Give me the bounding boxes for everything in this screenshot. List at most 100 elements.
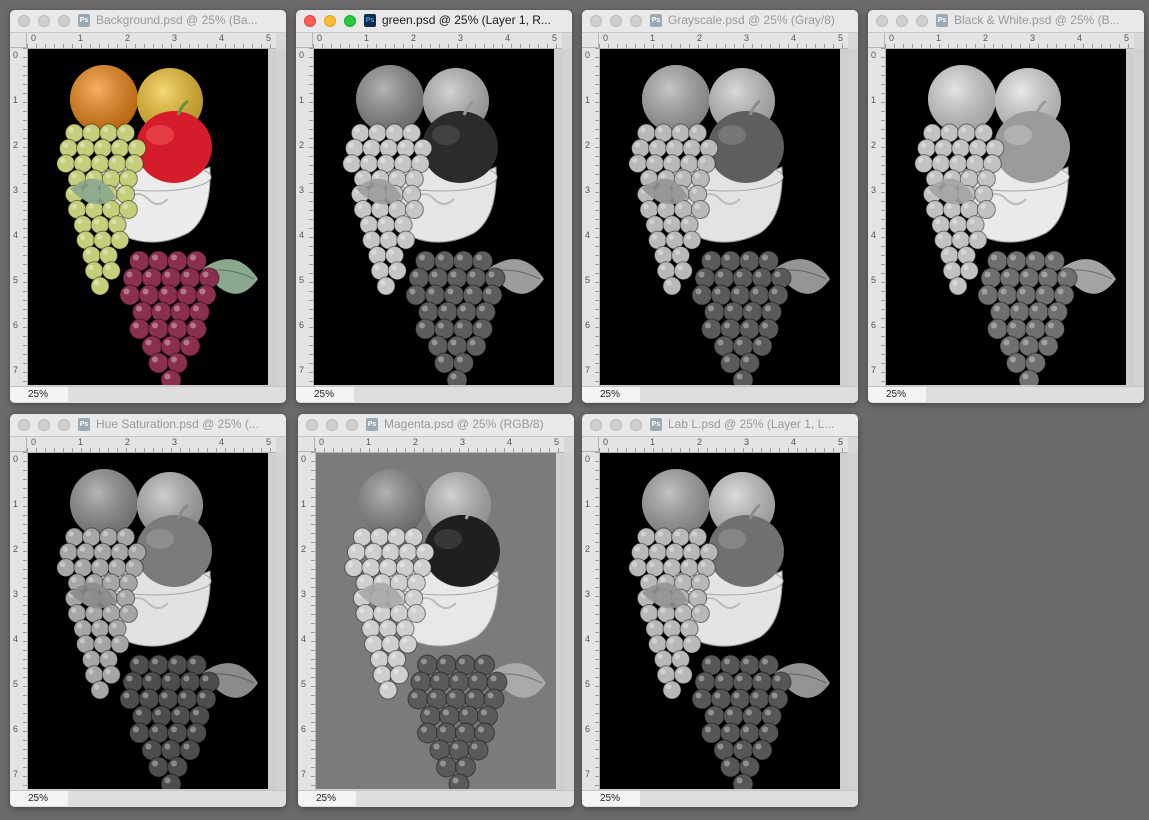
vertical-scrollbar[interactable] [276,49,286,387]
canvas-area[interactable] [316,453,564,791]
document-window-black-white[interactable]: Ps Black & White.psd @ 25% (B... 012345 … [868,10,1144,403]
horizontal-ruler[interactable]: 0 1 2 3 4 5 [27,437,276,453]
window-titlebar[interactable]: Ps Hue Saturation.psd @ 25% (... [10,414,286,437]
ruler-origin[interactable] [296,33,313,48]
window-titlebar[interactable]: Ps Magenta.psd @ 25% (RGB/8) [298,414,574,437]
close-button[interactable] [304,15,316,27]
zoom-level[interactable]: 25% [10,791,68,806]
ruler-tick-label: 0 [31,33,37,43]
vertical-ruler[interactable]: 0 1 2 3 4 5 6 7 [10,48,28,387]
canvas-area[interactable] [314,49,562,387]
canvas-area[interactable] [28,49,276,387]
document-window-grayscale[interactable]: Ps Grayscale.psd @ 25% (Gray/8) 0 1 2 3 4 5 0… [582,10,858,403]
vertical-scrollbar[interactable] [848,49,858,387]
vertical-ruler[interactable]: 0 1 2 3 4 5 6 7 [296,48,314,387]
window-titlebar[interactable]: Ps Lab L.psd @ 25% (Layer 1, L... [582,414,858,437]
zoom-button[interactable] [58,15,70,27]
image-canvas[interactable] [28,453,268,789]
zoom-button[interactable] [630,419,642,431]
zoom-button[interactable] [344,15,356,27]
vertical-scrollbar[interactable] [562,49,572,387]
minimize-button[interactable] [610,419,622,431]
minimize-button[interactable] [326,419,338,431]
image-canvas[interactable] [600,49,840,385]
window-titlebar[interactable]: Ps green.psd @ 25% (Layer 1, R... [296,10,572,33]
close-button[interactable] [876,15,888,27]
grape-shape [160,773,182,789]
canvas-area[interactable] [886,49,1134,387]
ruler-tick-label: 0 [871,50,877,60]
ruler-tick-label: 1 [13,499,19,509]
window-titlebar[interactable]: Ps Black & White.psd @ 25% (B... [868,10,1144,33]
window-titlebar[interactable]: Ps Grayscale.psd @ 25% (Gray/8) [582,10,858,33]
ruler-origin[interactable] [868,33,885,48]
minimize-button[interactable] [38,419,50,431]
vertical-ruler[interactable]: 0 1 2 3 4 5 6 7 [868,48,886,387]
document-window-background[interactable]: Ps Background.psd @ 25% (Ba... 0 1 2 3 4 5 0 1… [10,10,286,403]
vertical-ruler[interactable]: 0 1 2 3 4 5 6 7 [10,452,28,791]
ruler-origin[interactable] [10,33,27,48]
zoom-level[interactable]: 25% [298,791,356,806]
zoom-level[interactable]: 25% [582,387,640,402]
grape-shape [110,634,130,654]
document-window-hue-saturation[interactable]: Ps Hue Saturation.psd @ 25% (... 012345 … [10,414,286,807]
ruler-tick-label: 4 [871,230,877,240]
ruler-origin[interactable] [10,437,27,452]
vertical-ruler[interactable]: 0 1 2 3 4 5 6 7 [298,452,316,791]
zoom-level[interactable]: 25% [296,387,354,402]
zoom-button[interactable] [58,419,70,431]
canvas-area[interactable] [600,453,848,791]
ruler-origin[interactable] [582,437,599,452]
grape-shape [148,756,169,778]
vertical-scrollbar[interactable] [564,453,574,791]
canvas-area[interactable] [600,49,848,387]
image-canvas[interactable] [886,49,1126,385]
close-button[interactable] [18,15,30,27]
close-button[interactable] [18,419,30,431]
minimize-button[interactable] [38,15,50,27]
zoom-button[interactable] [916,15,928,27]
minimize-button[interactable] [324,15,336,27]
ruler-tick-label: 4 [505,33,511,43]
vertical-scrollbar[interactable] [1134,49,1144,387]
vertical-ruler[interactable]: 0 1 2 3 4 5 6 7 [582,452,600,791]
zoom-level[interactable]: 25% [582,791,640,806]
horizontal-ruler[interactable]: 0 1 2 3 4 5 [313,33,562,49]
grape-shape [378,680,398,700]
ruler-origin[interactable] [582,33,599,48]
grape-shape [101,261,121,281]
document-window-lab-l[interactable]: Ps Lab L.psd @ 25% (Layer 1, L... 0 1 2 3 4 5… [582,414,858,807]
document-window-magenta[interactable]: Ps Magenta.psd @ 25% (RGB/8) 0 1 2 3 4 5 0 1 2 3… [298,414,574,807]
horizontal-ruler[interactable]: 0 1 2 3 4 5 [599,33,848,49]
close-button[interactable] [306,419,318,431]
zoom-level[interactable]: 25% [10,387,68,402]
ruler-tick-label: 6 [871,320,877,330]
window-titlebar[interactable]: Ps Background.psd @ 25% (Ba... [10,10,286,33]
ruler-tick-label: 2 [697,33,703,43]
image-canvas[interactable] [600,453,840,789]
horizontal-ruler[interactable]: 0 1 2 3 4 5 [315,437,564,453]
minimize-button[interactable] [610,15,622,27]
zoom-level[interactable]: 25% [868,387,926,402]
image-canvas[interactable] [314,49,554,385]
horizontal-ruler[interactable]: 0 1 2 3 4 5 [599,437,848,453]
horizontal-ruler[interactable]: 0 1 2 3 4 5 [27,33,276,49]
vertical-scrollbar[interactable] [848,453,858,791]
zoom-button[interactable] [630,15,642,27]
image-canvas[interactable] [28,49,268,385]
image-canvas[interactable] [316,453,556,789]
horizontal-ruler[interactable]: 0 1 2 3 4 5 [885,33,1134,49]
vertical-scrollbar[interactable] [276,453,286,791]
canvas-area[interactable] [28,453,276,791]
grape-shape [690,604,710,623]
close-button[interactable] [590,15,602,27]
ruler-tick-label: 3 [172,437,178,447]
minimize-button[interactable] [896,15,908,27]
ruler-tick-label: 4 [219,437,225,447]
vertical-ruler[interactable]: 0 1 2 3 4 5 6 7 [582,48,600,387]
zoom-button[interactable] [346,419,358,431]
ruler-origin[interactable] [298,437,315,452]
document-window-green[interactable]: Ps green.psd @ 25% (Layer 1, R... 0 1 2 3 4 5… [296,10,572,403]
traffic-lights [876,15,928,27]
close-button[interactable] [590,419,602,431]
